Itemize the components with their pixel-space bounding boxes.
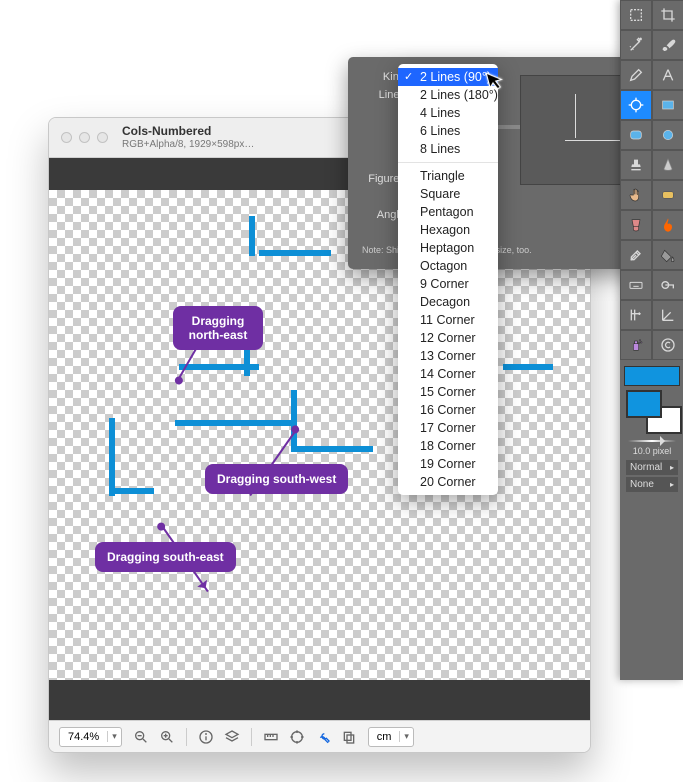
- dropdown-item[interactable]: 9 Corner: [398, 275, 498, 293]
- wrench-icon[interactable]: [314, 728, 332, 746]
- brush-preview: [628, 440, 676, 442]
- zoom-value: 74.4%: [60, 731, 107, 743]
- fg-bg-swatch[interactable]: [624, 388, 680, 432]
- dropdown-item[interactable]: 14 Corner: [398, 365, 498, 383]
- callout-ne: Dragging north-east: [173, 306, 263, 350]
- rect-tool-icon[interactable]: [652, 90, 683, 120]
- callout-sw: Dragging south-west: [205, 464, 348, 494]
- color-swatches: 10.0 pixel Normal▸ None▸: [620, 360, 683, 498]
- chevron-down-icon[interactable]: ▾: [399, 731, 413, 742]
- spray-tool-icon[interactable]: [620, 330, 652, 360]
- crosshair-tool-icon[interactable]: [620, 90, 652, 120]
- copyright-tool-icon[interactable]: [652, 330, 683, 360]
- dropdown-item[interactable]: Triangle: [398, 167, 498, 185]
- dropdown-item[interactable]: 8 Lines: [398, 140, 498, 158]
- settings-preview: [520, 75, 630, 185]
- text-tool-icon[interactable]: [652, 60, 683, 90]
- zoom-combo[interactable]: 74.4% ▾: [59, 727, 122, 747]
- layers-icon[interactable]: [223, 728, 241, 746]
- dropdown-item[interactable]: Square: [398, 185, 498, 203]
- eyedropper-tool-icon[interactable]: [620, 240, 652, 270]
- dropdown-item[interactable]: 12 Corner: [398, 329, 498, 347]
- info-icon[interactable]: [197, 728, 215, 746]
- dropdown-item[interactable]: 15 Corner: [398, 383, 498, 401]
- dropdown-item[interactable]: 19 Corner: [398, 455, 498, 473]
- dropdown-item[interactable]: 17 Corner: [398, 419, 498, 437]
- ellipse-tool-icon[interactable]: [652, 120, 683, 150]
- crop-tool-icon[interactable]: [652, 0, 683, 30]
- caliper-tool-icon[interactable]: [620, 300, 652, 330]
- wand-tool-icon[interactable]: [620, 30, 652, 60]
- dropdown-item[interactable]: 2 Lines (90°): [398, 68, 498, 86]
- dropdown-item[interactable]: 16 Corner: [398, 401, 498, 419]
- angle-tool-icon[interactable]: [652, 300, 683, 330]
- toolbox: 10.0 pixel Normal▸ None▸: [620, 0, 683, 680]
- keyboard-tool-icon[interactable]: [620, 270, 652, 300]
- dropdown-item[interactable]: Decagon: [398, 293, 498, 311]
- close-window-button[interactable]: [61, 132, 72, 143]
- callout-se: Dragging south-east: [95, 542, 236, 572]
- opt-select[interactable]: None▸: [626, 477, 678, 492]
- cone-tool-icon[interactable]: [652, 150, 683, 180]
- document-subtitle: RGB+Alpha/8, 1929×598px…: [122, 139, 254, 151]
- dropdown-item[interactable]: Hexagon: [398, 221, 498, 239]
- dropdown-item[interactable]: Pentagon: [398, 203, 498, 221]
- zoom-out-icon[interactable]: [132, 728, 150, 746]
- stroke-color-swatch[interactable]: [624, 366, 680, 386]
- zoom-in-icon[interactable]: [158, 728, 176, 746]
- ruler-icon[interactable]: [262, 728, 280, 746]
- chevron-down-icon[interactable]: ▾: [107, 731, 121, 742]
- brush-size-label: 10.0 pixel: [624, 444, 680, 458]
- flame-tool-icon[interactable]: [652, 210, 683, 240]
- document-title: Cols-Numbered: [122, 124, 254, 138]
- kind-dropdown[interactable]: 2 Lines (90°)2 Lines (180°)4 Lines6 Line…: [398, 64, 498, 495]
- hand-tool-icon[interactable]: [620, 180, 652, 210]
- sponge-tool-icon[interactable]: [652, 180, 683, 210]
- zoom-window-button[interactable]: [97, 132, 108, 143]
- tape-tool-icon[interactable]: [652, 270, 683, 300]
- paintbrush-tool-icon[interactable]: [620, 210, 652, 240]
- dropdown-item[interactable]: Octagon: [398, 257, 498, 275]
- bucket-tool-icon[interactable]: [652, 240, 683, 270]
- dropdown-item[interactable]: 6 Lines: [398, 122, 498, 140]
- bottom-dark-bar: [49, 680, 590, 720]
- minimize-window-button[interactable]: [79, 132, 90, 143]
- pencil-tool-icon[interactable]: [620, 60, 652, 90]
- stamp-tool-icon[interactable]: [620, 150, 652, 180]
- dropdown-separator: [398, 162, 498, 163]
- dropdown-item[interactable]: 4 Lines: [398, 104, 498, 122]
- window-controls: [61, 132, 108, 143]
- units-combo[interactable]: cm ▾: [368, 727, 414, 747]
- dropdown-item[interactable]: 20 Corner: [398, 473, 498, 491]
- target-icon[interactable]: [288, 728, 306, 746]
- dropdown-item[interactable]: 11 Corner: [398, 311, 498, 329]
- marquee-tool-icon[interactable]: [620, 0, 652, 30]
- brush-tool-icon[interactable]: [652, 30, 683, 60]
- dropdown-item[interactable]: 13 Corner: [398, 347, 498, 365]
- copy-icon[interactable]: [340, 728, 358, 746]
- dropdown-item[interactable]: 18 Corner: [398, 437, 498, 455]
- units-value: cm: [369, 731, 400, 743]
- title-text: Cols-Numbered RGB+Alpha/8, 1929×598px…: [122, 124, 254, 150]
- blend-mode-select[interactable]: Normal▸: [626, 460, 678, 475]
- roundrect-tool-icon[interactable]: [620, 120, 652, 150]
- dropdown-item[interactable]: Heptagon: [398, 239, 498, 257]
- dropdown-item[interactable]: 2 Lines (180°): [398, 86, 498, 104]
- status-bar: 74.4% ▾ cm ▾: [49, 720, 590, 752]
